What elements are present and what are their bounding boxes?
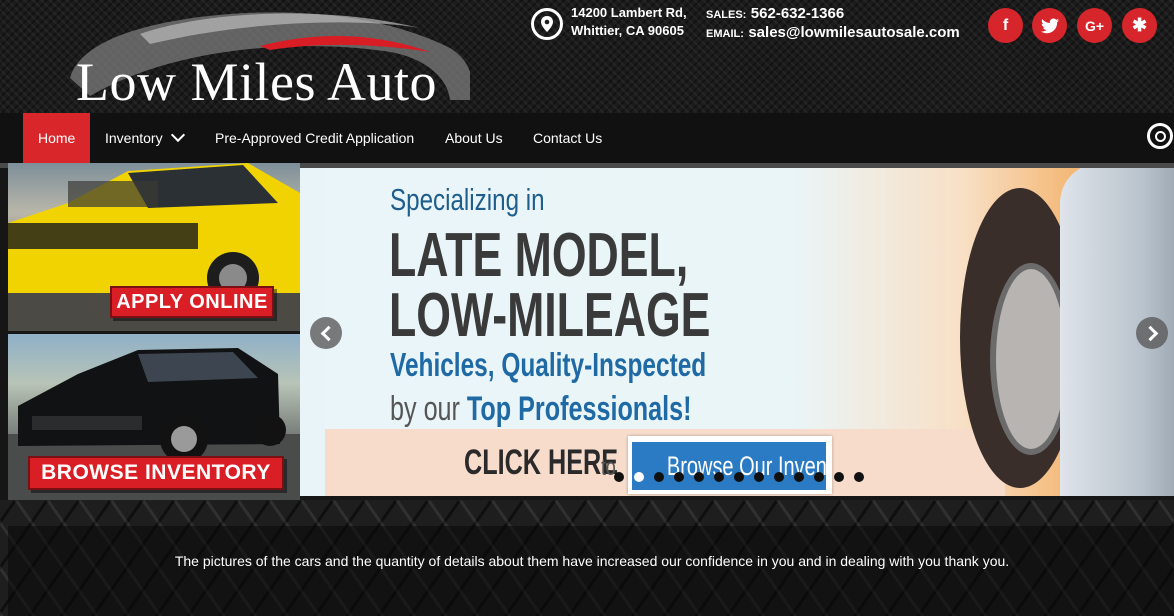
- slide-line-5: by our Top Professionals!: [390, 390, 692, 429]
- sales-email[interactable]: EMAIL: sales@lowmilesautosale.com: [706, 24, 960, 42]
- email-label: EMAIL:: [706, 28, 744, 40]
- twitter-icon[interactable]: [1032, 8, 1067, 43]
- hero-slider: Specializing in LATE MODEL, LOW-MILEAGE …: [300, 168, 1174, 496]
- nav-item-home[interactable]: Home: [23, 113, 91, 163]
- slider-dot[interactable]: [674, 472, 684, 482]
- slide-browse-label: Browse Our Inventory!: [632, 442, 826, 490]
- slide-headline-2: LOW-MILEAGE: [389, 281, 711, 350]
- address-line-2: Whittier, CA 90605: [571, 23, 684, 38]
- map-marker-icon: [531, 8, 563, 40]
- slider-next-arrow-icon[interactable]: [1136, 317, 1168, 349]
- browse-inventory-promo[interactable]: BROWSE INVENTORY: [8, 334, 300, 500]
- slider-dot[interactable]: [654, 472, 664, 482]
- testimonial-text: The pictures of the cars and the quantit…: [174, 553, 1010, 569]
- slider-dot[interactable]: [794, 472, 804, 482]
- slider-dot[interactable]: [614, 472, 624, 482]
- slider-dot[interactable]: [854, 472, 864, 482]
- facebook-icon[interactable]: f: [988, 8, 1023, 43]
- nav-item-inventory[interactable]: Inventory: [105, 113, 185, 163]
- nav-item-contact-us[interactable]: Contact Us: [533, 113, 602, 163]
- nav-item-about-us[interactable]: About Us: [445, 113, 503, 163]
- slider-dot[interactable]: [834, 472, 844, 482]
- slider-dot[interactable]: [694, 472, 704, 482]
- sales-value: 562-632-1366: [750, 5, 845, 22]
- email-value: sales@lowmilesautosale.com: [748, 24, 960, 41]
- sales-phone[interactable]: SALES: 562-632-1366: [706, 5, 844, 23]
- testimonial-section: The pictures of the cars and the quantit…: [0, 500, 1174, 616]
- search-icon[interactable]: [1147, 123, 1173, 149]
- slider-dot[interactable]: [814, 472, 824, 482]
- apply-online-button[interactable]: APPLY ONLINE: [110, 286, 274, 318]
- slide-line-5a: by our: [390, 390, 460, 428]
- yelp-icon[interactable]: ✱: [1122, 8, 1157, 43]
- site-logo[interactable]: Low Miles Auto: [30, 0, 473, 112]
- nav-inventory-label: Inventory: [105, 130, 163, 146]
- slider-dot[interactable]: [754, 472, 764, 482]
- testimonial-band: [8, 526, 1174, 616]
- sales-label: SALES:: [706, 9, 747, 21]
- chevron-down-icon: [170, 127, 185, 143]
- site-header: Low Miles Auto 14200 Lambert Rd, Whittie…: [0, 0, 1174, 113]
- google-plus-icon[interactable]: G+: [1077, 8, 1112, 43]
- apply-online-promo[interactable]: APPLY ONLINE: [8, 163, 300, 331]
- nav-item-credit-application[interactable]: Pre-Approved Credit Application: [215, 113, 414, 163]
- browse-inventory-button[interactable]: BROWSE INVENTORY: [28, 456, 284, 490]
- slide-line-5b: Top Professionals!: [466, 390, 692, 428]
- slider-dot[interactable]: [734, 472, 744, 482]
- slider-dot[interactable]: [634, 472, 644, 482]
- slider-dot[interactable]: [774, 472, 784, 482]
- slider-prev-arrow-icon[interactable]: [310, 317, 342, 349]
- slide-line-1: Specializing in: [390, 182, 545, 217]
- slide-browse-button[interactable]: Browse Our Inventory!: [628, 436, 832, 494]
- slide-line-4: Vehicles, Quality-Inspected: [390, 346, 707, 383]
- main-nav: Home Inventory Pre-Approved Credit Appli…: [0, 113, 1174, 163]
- slide-cta-text: CLICK HERE: [464, 443, 619, 482]
- brand-name: Low Miles Auto: [76, 52, 438, 112]
- slider-dot[interactable]: [714, 472, 724, 482]
- address-line-1: 14200 Lambert Rd,: [571, 5, 687, 20]
